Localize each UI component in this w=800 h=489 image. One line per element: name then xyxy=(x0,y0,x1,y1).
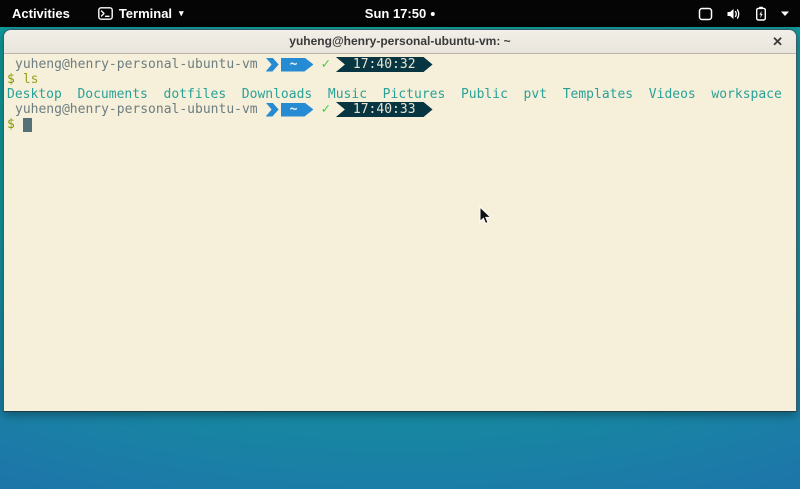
clock-label: Sun 17:50 xyxy=(365,6,426,21)
ls-output-line: Desktop Documents dotfiles Downloads Mus… xyxy=(7,87,793,102)
chevron-down-icon[interactable] xyxy=(780,10,790,17)
prompt-path-badge: ~ xyxy=(281,103,314,117)
check-icon: ✓ xyxy=(321,57,329,72)
terminal-icon xyxy=(98,7,113,20)
close-icon[interactable]: ✕ xyxy=(772,30,783,54)
prompt-timestamp: 17:40:32 xyxy=(336,57,433,72)
app-menu-terminal[interactable]: Terminal ▾ xyxy=(98,6,184,21)
chevron-down-icon: ▾ xyxy=(179,8,184,19)
terminal-window: yuheng@henry-personal-ubuntu-vm: ~ ✕ yuh… xyxy=(3,29,797,412)
input-line[interactable]: $ xyxy=(7,117,793,132)
activities-button[interactable]: Activities xyxy=(12,6,70,21)
clock-button[interactable]: Sun 17:50 xyxy=(365,0,435,27)
top-bar: Activities Terminal ▾ Sun 17:50 xyxy=(0,0,800,27)
prompt-line-2: yuheng@henry-personal-ubuntu-vm ~ ✓ 17:4… xyxy=(7,102,793,117)
prompt-host: yuheng@henry-personal-ubuntu-vm xyxy=(7,57,258,72)
prompt-host: yuheng@henry-personal-ubuntu-vm xyxy=(7,102,258,117)
window-titlebar[interactable]: yuheng@henry-personal-ubuntu-vm: ~ ✕ xyxy=(4,30,796,54)
desktop-background: Activities Terminal ▾ Sun 17:50 xyxy=(0,0,800,489)
typed-command: ls xyxy=(23,72,39,87)
system-status-area[interactable] xyxy=(698,0,794,27)
command-line: $ ls xyxy=(7,72,793,87)
battery-charging-icon[interactable] xyxy=(755,6,767,21)
terminal-content[interactable]: yuheng@henry-personal-ubuntu-vm ~ ✓ 17:4… xyxy=(4,54,796,411)
prompt-timestamp: 17:40:33 xyxy=(336,102,433,117)
powerline-chevron-icon xyxy=(266,103,279,117)
notification-dot-icon xyxy=(431,12,435,16)
check-icon: ✓ xyxy=(321,102,329,117)
text-cursor xyxy=(23,118,32,132)
window-title: yuheng@henry-personal-ubuntu-vm: ~ xyxy=(289,34,510,48)
prompt-dollar: $ xyxy=(7,72,15,87)
prompt-path-badge: ~ xyxy=(281,58,314,72)
volume-icon[interactable] xyxy=(726,7,742,21)
prompt-dollar: $ xyxy=(7,117,15,132)
powerline-chevron-icon xyxy=(266,58,279,72)
prompt-line-1: yuheng@henry-personal-ubuntu-vm ~ ✓ 17:4… xyxy=(7,57,793,72)
screen-icon[interactable] xyxy=(698,7,713,21)
app-menu-label: Terminal xyxy=(119,6,172,21)
